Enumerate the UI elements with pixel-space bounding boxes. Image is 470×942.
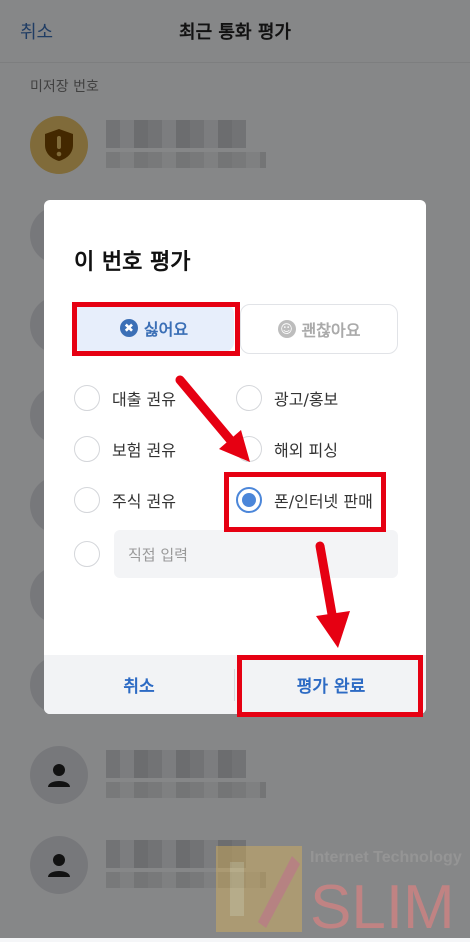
arrow-icon xyxy=(315,541,350,648)
watermark: Internet Technology SLIM xyxy=(214,838,470,942)
watermark-line2: SLIM xyxy=(310,873,455,938)
watermark-line1: Internet Technology xyxy=(310,849,462,866)
arrow-icon xyxy=(175,375,250,462)
slim-logo-icon: Internet Technology SLIM xyxy=(216,846,462,942)
annotation-arrows xyxy=(175,375,350,648)
